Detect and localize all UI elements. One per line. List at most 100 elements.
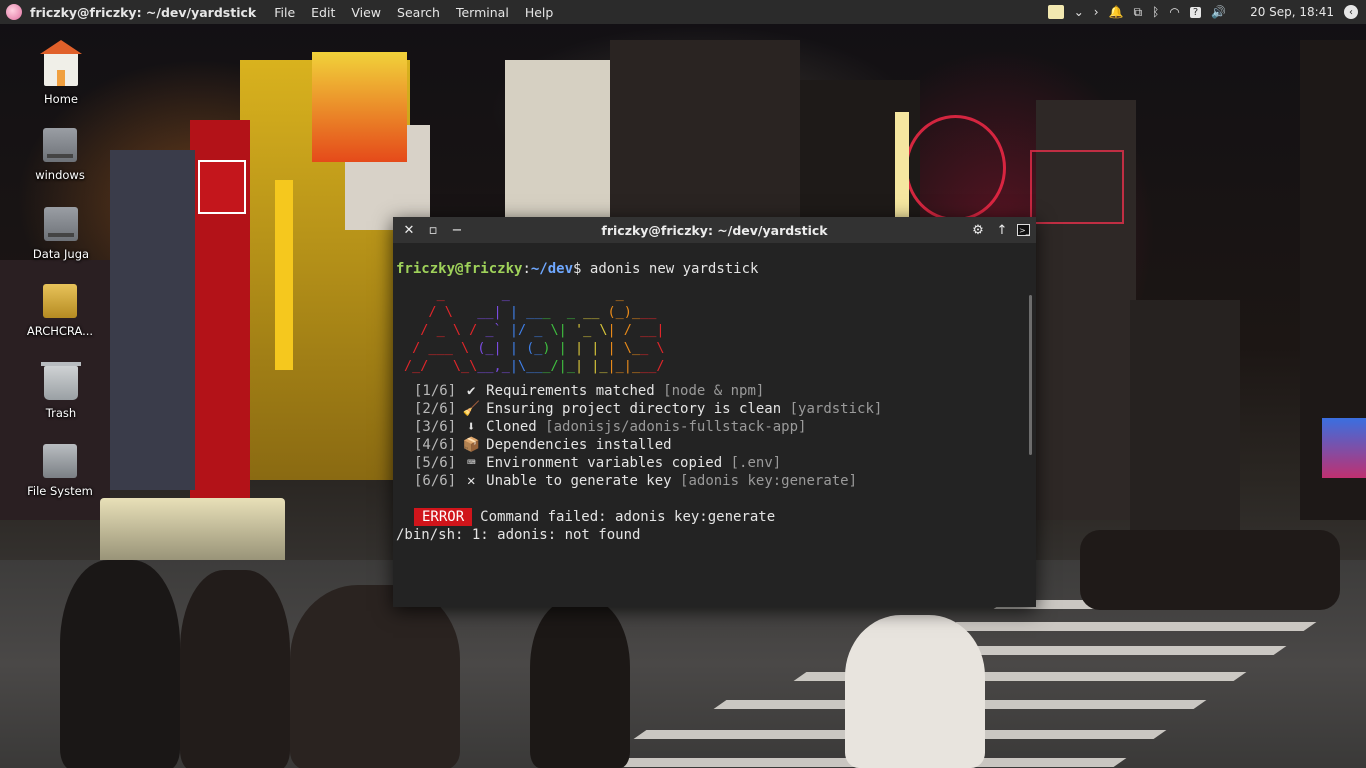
error-message: Command failed: adonis key:generate <box>480 509 776 525</box>
desktop-icon-data-juga[interactable]: Data Juga <box>6 207 116 261</box>
desktop-icon-trash[interactable]: Trash <box>6 362 116 420</box>
building <box>505 60 615 220</box>
step-line: [3/6] ⬇ Cloned [adonisjs/adonis-fullstack-… <box>396 418 1036 436</box>
filesystem-icon <box>43 444 77 478</box>
ascii-logo-row: / \ __| | ___ _ __ (_)___ <box>428 304 657 320</box>
terminal-icon[interactable]: >_ <box>1017 224 1030 236</box>
step-line: [6/6] ✕ Unable to generate key [adonis key… <box>396 472 1036 490</box>
step-number: [4/6] <box>414 437 457 453</box>
neon-sign <box>895 112 909 217</box>
ascii-logo-row: _ _ _ <box>436 286 624 302</box>
building <box>110 150 195 490</box>
prompt-user: friczky@friczky <box>396 261 523 277</box>
pedestrian <box>530 600 630 768</box>
menu-edit[interactable]: Edit <box>311 5 335 20</box>
volume-icon[interactable]: 🔊 <box>1211 5 1226 19</box>
pedestrian <box>60 560 180 768</box>
desktop-icon-windows[interactable]: windows <box>5 128 115 182</box>
maximize-icon[interactable]: ▫ <box>421 223 445 238</box>
menu-terminal[interactable]: Terminal <box>456 5 509 20</box>
step-detail: [adonisjs/adonis-fullstack-app] <box>545 419 807 435</box>
notes-icon[interactable] <box>1047 5 1064 19</box>
terminal-title: friczky@friczky: ~/dev/yardstick <box>601 222 828 238</box>
building <box>610 40 800 220</box>
chevron-right-icon[interactable]: › <box>1094 5 1099 19</box>
neon-sign <box>275 180 293 370</box>
step-number: [3/6] <box>414 419 457 435</box>
neon-sign <box>905 115 1006 221</box>
keyboard-icon: ⌨ <box>466 455 476 471</box>
desktop-icon-file-system[interactable]: File System <box>5 444 115 498</box>
desktop-icon-archcraft[interactable]: ARCHCRA... <box>5 284 115 338</box>
building <box>1130 300 1240 530</box>
clock-datetime[interactable]: 20 Sep, 18:41 <box>1250 5 1334 19</box>
back-icon[interactable]: ‹ <box>1344 5 1358 19</box>
step-detail: [yardstick] <box>789 401 883 417</box>
step-text: Requirements matched <box>486 383 655 399</box>
step-detail: [.env] <box>730 455 782 471</box>
desktop-icon-label: File System <box>27 484 93 498</box>
screenshot-icon[interactable]: ⧉ <box>1134 5 1143 20</box>
chevron-down-icon[interactable]: ⌄ <box>1074 5 1084 19</box>
terminal-window[interactable]: ✕ ▫ − friczky@friczky: ~/dev/yardstick ⚙… <box>393 217 1036 607</box>
step-number: [5/6] <box>414 455 457 471</box>
notification-bell-icon[interactable]: 🔔 <box>1109 5 1124 19</box>
app-avatar-icon[interactable] <box>6 4 22 20</box>
crosswalk-stripe <box>553 758 1127 767</box>
command-text: adonis new yardstick <box>589 261 759 277</box>
close-icon[interactable]: ✕ <box>397 223 421 238</box>
terminal-output[interactable]: friczky@friczky:~/dev$ adonis new yardst… <box>393 243 1036 607</box>
step-text: Environment variables copied <box>486 455 723 471</box>
menu-help[interactable]: Help <box>525 5 554 20</box>
shell-error-line: /bin/sh: 1: adonis: not found <box>396 527 641 543</box>
terminal-titlebar[interactable]: ✕ ▫ − friczky@friczky: ~/dev/yardstick ⚙… <box>393 217 1036 243</box>
drive-icon <box>44 207 78 241</box>
error-line: ERROR Command failed: adonis key:generate <box>396 508 1036 526</box>
battery-icon[interactable]: ? <box>1189 6 1202 18</box>
cross-icon: ✕ <box>466 473 476 489</box>
adonis-ascii-logo: _ _ _ / \ __| | ___ _ __ (_)___ / _ \ / … <box>404 285 1036 375</box>
menu-file[interactable]: File <box>274 5 295 20</box>
step-text: Unable to generate key <box>486 473 672 489</box>
step-number: [1/6] <box>414 383 457 399</box>
settings-icon[interactable]: ⚙ <box>969 223 987 238</box>
step-text: Ensuring project directory is clean <box>486 401 782 417</box>
bus <box>100 498 285 568</box>
step-detail: [node & npm] <box>663 383 765 399</box>
neon-sign <box>1030 150 1124 224</box>
step-line: [4/6] 📦 Dependencies installed <box>396 436 1036 454</box>
minimize-icon[interactable]: − <box>445 223 469 238</box>
desktop-icon-label: windows <box>35 168 85 182</box>
dvd-drive-icon <box>43 284 77 318</box>
neon-sign <box>312 52 407 162</box>
pedestrian <box>180 570 290 768</box>
screen-billboard <box>1322 418 1366 478</box>
step-text: Cloned <box>486 419 537 435</box>
package-icon: 📦 <box>462 437 480 453</box>
step-text: Dependencies installed <box>486 437 672 453</box>
ascii-logo-row: / _ \ / _` |/ _ \| '_ \| / __| <box>420 322 665 338</box>
step-line: [1/6] ✔ Requirements matched [node & npm] <box>396 382 1036 400</box>
ascii-logo-row: /_/ \_\__,_|\___/|_| |_|_|___/ <box>404 358 665 374</box>
arrow-up-icon[interactable]: ↑ <box>993 223 1011 238</box>
menu-view[interactable]: View <box>351 5 381 20</box>
top-panel: friczky@friczky: ~/dev/yardstick File Ed… <box>0 0 1366 24</box>
menu-search[interactable]: Search <box>397 5 440 20</box>
prompt-line: friczky@friczky:~/dev$ adonis new yardst… <box>396 261 759 277</box>
terminal-scrollbar[interactable] <box>1029 295 1032 455</box>
desktop-icon-home[interactable]: Home <box>6 40 116 106</box>
pedestrian <box>290 585 460 768</box>
desktop-icon-label: Data Juga <box>32 247 90 261</box>
step-number: [6/6] <box>414 473 457 489</box>
error-badge: ERROR <box>414 508 473 526</box>
pedestrian <box>845 615 985 768</box>
active-window-title[interactable]: friczky@friczky: ~/dev/yardstick <box>30 5 256 20</box>
step-line: [2/6] 🧹 Ensuring project directory is clea… <box>396 400 1036 418</box>
trash-icon <box>41 362 81 400</box>
wifi-icon[interactable]: ◠ <box>1169 5 1179 19</box>
drive-icon <box>43 128 77 162</box>
neon-sign <box>198 160 246 214</box>
bluetooth-icon[interactable]: ᛒ <box>1152 5 1159 19</box>
download-icon: ⬇ <box>466 419 476 435</box>
desktop-icon-label: Home <box>44 92 78 106</box>
